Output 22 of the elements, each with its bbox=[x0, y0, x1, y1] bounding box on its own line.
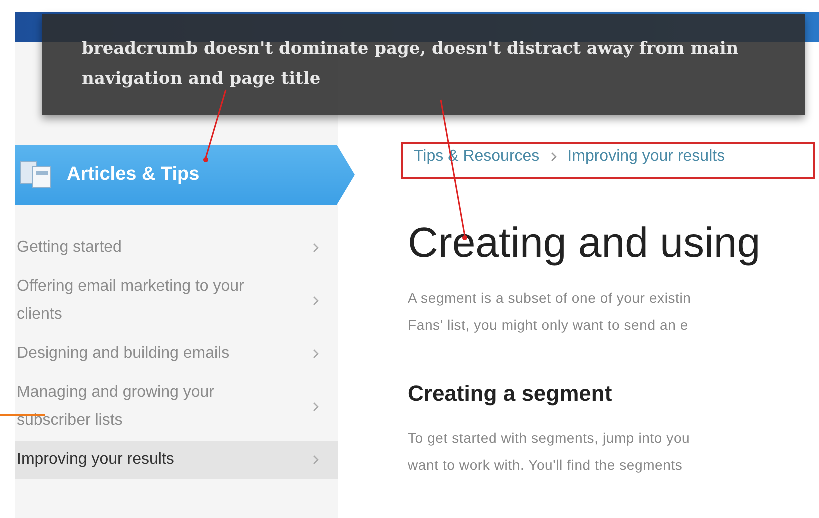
chevron-icon bbox=[312, 296, 320, 306]
menu-item[interactable]: Improving your results bbox=[15, 441, 338, 479]
section-heading: Creating a segment bbox=[408, 381, 614, 407]
guide-line bbox=[0, 414, 45, 416]
intro-text: Fans' list, you might only want to send an e bbox=[408, 316, 690, 335]
chevron-icon bbox=[312, 243, 320, 253]
menu-item[interactable]: Designing and building emails bbox=[15, 335, 338, 373]
chevron-icon bbox=[312, 455, 320, 465]
section-title: Articles & Tips bbox=[67, 164, 200, 186]
intro-text: A segment is a subset of one of your existin bbox=[408, 289, 692, 308]
menu-item[interactable]: Getting started bbox=[15, 229, 338, 267]
body-text: want to work with. You'll find the segments bbox=[408, 456, 684, 475]
chevron-icon bbox=[312, 402, 320, 412]
separator-icon bbox=[550, 152, 558, 162]
body-text: To get started with segments, jump into you bbox=[408, 429, 692, 448]
breadcrumb-link[interactable]: Improving your results bbox=[568, 148, 726, 166]
page-title: Creating and using bbox=[408, 219, 762, 267]
documents-icon bbox=[19, 160, 53, 190]
annotation-text: breadcrumb doesn't dominate page, doesn't distract away from main navigation and page title bbox=[82, 38, 740, 91]
menu-item[interactable]: Managing and growing your subscriber lists bbox=[15, 374, 338, 440]
chevron-icon bbox=[312, 349, 320, 359]
menu-item[interactable]: Offering email marketing to your clients bbox=[15, 268, 338, 334]
